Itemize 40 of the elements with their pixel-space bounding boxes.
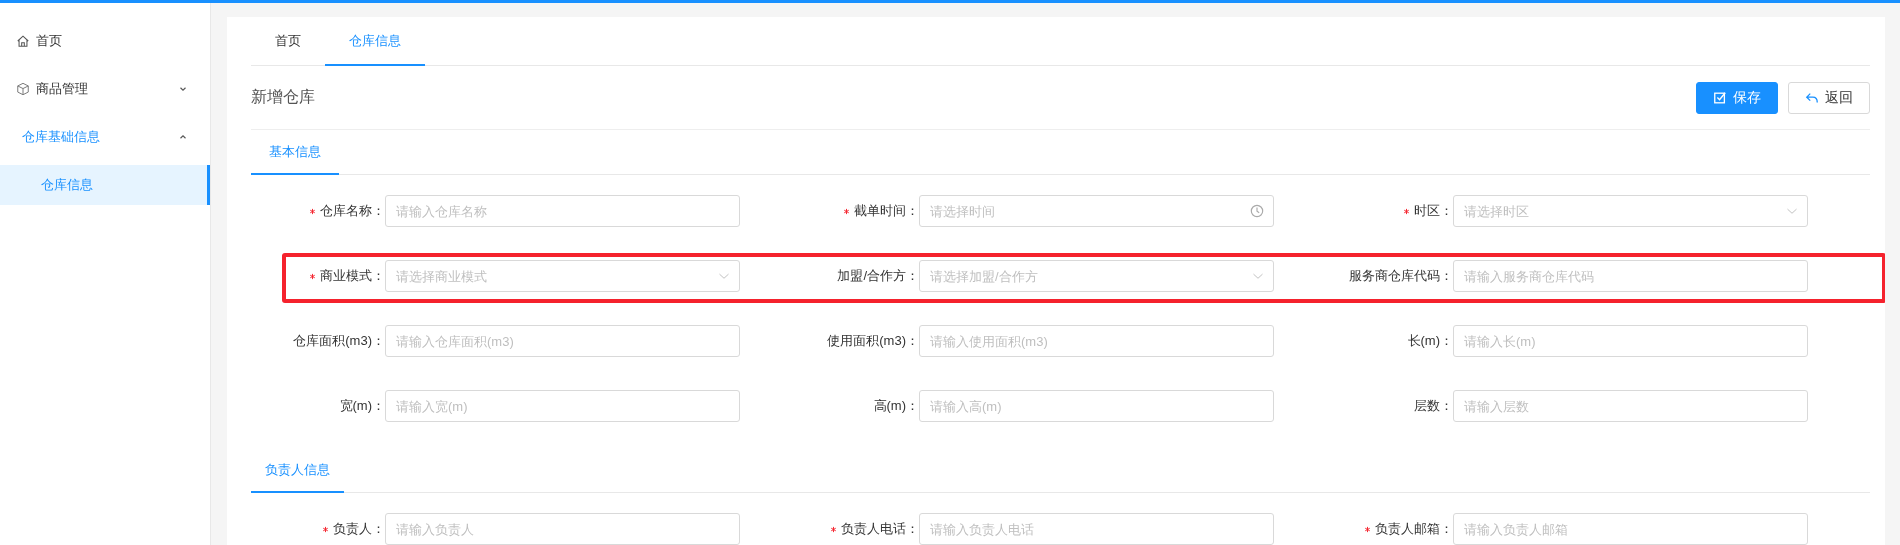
reply-arrow-icon: [1805, 90, 1819, 105]
input-field[interactable]: 请输入负责人邮箱: [1453, 513, 1808, 545]
input-field[interactable]: 请输入使用面积(m3): [919, 325, 1274, 357]
time-field[interactable]: 请选择时间: [919, 195, 1274, 227]
checkbox-icon: [1713, 90, 1727, 105]
cube-icon: [16, 82, 30, 96]
home-icon: [16, 34, 30, 48]
field-label: 截单时间：: [854, 202, 919, 220]
input-field[interactable]: 请输入负责人电话: [919, 513, 1274, 545]
field-label: 加盟/合作方：: [837, 267, 919, 285]
back-button[interactable]: 返回: [1788, 81, 1870, 114]
input-field[interactable]: 请输入层数: [1453, 390, 1808, 422]
field-label: 仓库名称：: [320, 202, 385, 220]
field-label: 负责人电话：: [841, 520, 919, 538]
input-field[interactable]: 请输入长(m): [1453, 325, 1808, 357]
input-field[interactable]: 请输入高(m): [919, 390, 1274, 422]
field-label: 高(m)：: [873, 397, 919, 415]
input-field[interactable]: 请输入负责人: [385, 513, 740, 545]
input-field[interactable]: 请输入仓库名称: [385, 195, 740, 227]
field-label: 负责人邮箱：: [1375, 520, 1453, 538]
field-label: 负责人：: [333, 520, 385, 538]
select-field[interactable]: 请选择商业模式: [385, 260, 740, 292]
input-field[interactable]: 请输入仓库面积(m3): [385, 325, 740, 357]
field-label: 服务商仓库代码：: [1349, 267, 1453, 285]
field-label: 仓库面积(m3)：: [293, 332, 385, 350]
select-field[interactable]: 请选择时区: [1453, 195, 1808, 227]
input-field[interactable]: 请输入宽(m): [385, 390, 740, 422]
field-label: 宽(m)：: [339, 397, 385, 415]
select-field[interactable]: 请选择加盟/合作方: [919, 260, 1274, 292]
clock-icon: [1250, 204, 1264, 218]
field-label: 时区：: [1414, 202, 1453, 220]
tab[interactable]: 首页: [251, 17, 325, 66]
input-field[interactable]: 请输入服务商仓库代码: [1453, 260, 1808, 292]
field-label: 商业模式：: [320, 267, 385, 285]
field-label: 长(m)：: [1407, 332, 1453, 350]
sidebar-item[interactable]: 首页: [0, 17, 210, 65]
page-title: 新增仓库: [251, 87, 316, 107]
sidebar-item[interactable]: 商品管理: [0, 65, 210, 113]
field-label: 层数：: [1414, 397, 1453, 415]
field-label: 使用面积(m3)：: [827, 332, 919, 350]
